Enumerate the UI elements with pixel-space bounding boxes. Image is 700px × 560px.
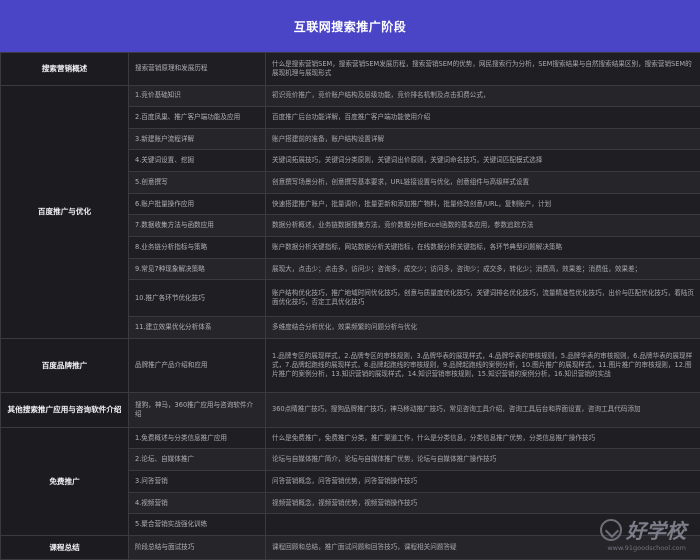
topic-cell: 5.创意撰写 bbox=[128, 171, 266, 194]
check-logo-icon bbox=[600, 518, 622, 541]
topic-cell: 品牌推广产品介绍和应用 bbox=[128, 337, 266, 394]
category-cell: 免费推广 bbox=[0, 426, 129, 536]
content-cell: 快速搭建推广账户，批量调价，批量更新和添加推广物料，批量修改创意/URL，复制账… bbox=[265, 192, 700, 216]
content-cell: 多维度结合分析优化，效果频繁的问题分析与优化 bbox=[265, 316, 700, 339]
content-cell: 1.品牌专区的展现样式，2.品牌专区的审核规则，3.品牌华表的展现样式，4.品牌… bbox=[265, 337, 700, 394]
content-cell: 什么是搜索营销SEM，搜索营销SEM发展历程，搜索营销SEM的优势，网民搜索行为… bbox=[265, 52, 700, 86]
topic-cell: 7.数据收集方法与函数应用 bbox=[128, 214, 266, 238]
content-cell: 什么是免费推广，免费推广分类，推广渠道工作，什么是分类信息，分类信息推广优势，分… bbox=[265, 426, 700, 450]
content-cell: 360点睛推广技巧，搜狗品牌推广技巧，神马移动推广技巧，常见咨询工具介绍，咨询工… bbox=[265, 392, 700, 428]
page-banner: 互联网搜索推广阶段 bbox=[0, 0, 700, 52]
content-cell: 论坛与自媒体推广简介，论坛与自媒体推广优势，论坛与自媒体推广操作技巧 bbox=[265, 448, 700, 472]
topic-cell: 3.新建账户流程详解 bbox=[128, 127, 266, 151]
topic-cell: 8.业务链分析指标与策略 bbox=[128, 236, 266, 259]
watermark-url: www.91goodschool.com bbox=[607, 544, 686, 552]
table-row: 百度推广与优化 1.竞价基础知识 初识竞价推广，竞价账户结构及层级功能，竞价排名机制… bbox=[0, 84, 700, 339]
content-cell: 创意撰写场景分析，创意撰写基本要求，URL链接设置与优化，创意组件与高级样式设置 bbox=[265, 171, 700, 194]
category-cell: 百度品牌推广 bbox=[0, 337, 129, 394]
content-cell: 账户结构优化技巧，推广地域时间优化技巧，创意与质量度优化技巧，关键词排名优化技巧… bbox=[265, 279, 700, 318]
topic-cell: 2.百度凤巢、推广客户端功能及应用 bbox=[128, 106, 266, 129]
content-cell: 问答营销概念，问答营销优势，问答营销操作技巧 bbox=[265, 470, 700, 493]
watermark: 好学校 www.91goodschool.com bbox=[600, 515, 686, 552]
topic-cell: 3.问答营销 bbox=[128, 470, 266, 493]
curriculum-table: 搜索营销概述 搜索营销原理和发展历程 什么是搜索营销SEM，搜索营销SEM发展历程，… bbox=[0, 52, 700, 560]
content-cell: 视频营销概念，视频营销优势，视频营销操作技巧 bbox=[265, 491, 700, 515]
content-cell: 百度推广后台功能详解，百度推广客户端功能使用介绍 bbox=[265, 106, 700, 129]
table-row: 百度品牌推广 品牌推广产品介绍和应用 1.品牌专区的展现样式，2.品牌专区的审核规则… bbox=[0, 337, 700, 394]
table-row: 搜索营销概述 搜索营销原理和发展历程 什么是搜索营销SEM，搜索营销SEM发展历程，… bbox=[0, 52, 700, 86]
topic-cell: 10.推广各环节优化技巧 bbox=[128, 279, 266, 318]
topic-cell: 搜索营销原理和发展历程 bbox=[128, 52, 266, 86]
content-cell: 数据分析概述，业务链数据搜集方法，竞价数据分析Excel函数的基本应用，参数追踪… bbox=[265, 214, 700, 238]
category-cell: 其他搜索推广应用与咨询软件介绍 bbox=[0, 392, 129, 428]
category-cell: 课程总结 bbox=[0, 534, 129, 560]
page-title: 互联网搜索推广阶段 bbox=[293, 19, 407, 34]
topic-cell: 5.聚合营销实战强化训练 bbox=[128, 513, 266, 536]
content-cell: 账户数据分析关键指标，网站数据分析关键指标，在线数据分析关键指标，各环节典型问题… bbox=[265, 236, 700, 259]
topic-cell: 9.常见7种现象解决策略 bbox=[128, 257, 266, 281]
content-cell: 账户搭建前的准备，账户结构设置详解 bbox=[265, 127, 700, 151]
curriculum-table-body: 搜索营销概述 搜索营销原理和发展历程 什么是搜索营销SEM，搜索营销SEM发展历程，… bbox=[0, 52, 700, 560]
table-row: 课程总结 阶段总结与面试技巧 课程回顾和总结，推广面试问题和回答技巧，课程相关问题答… bbox=[0, 534, 700, 560]
topic-cell: 搜狗，神马，360推广应用与咨询软件介绍 bbox=[128, 392, 266, 428]
topic-cell: 1.免费概述与分类信息推广应用 bbox=[128, 426, 266, 450]
topic-cell: 6.账户批量操作应用 bbox=[128, 192, 266, 216]
category-cell: 百度推广与优化 bbox=[0, 84, 129, 339]
topic-cell: 阶段总结与面试技巧 bbox=[128, 534, 266, 560]
content-cell: 关键词拓展技巧，关键词分类原则，关键词出价原则，关键词命名技巧，关键词匹配模式选… bbox=[265, 149, 700, 173]
watermark-logo-text: 好学校 bbox=[626, 519, 686, 543]
topic-cell: 1.竞价基础知识 bbox=[128, 84, 266, 108]
topic-cell: 2.论坛、自媒体推广 bbox=[128, 448, 266, 472]
table-row: 其他搜索推广应用与咨询软件介绍 搜狗，神马，360推广应用与咨询软件介绍 360点睛… bbox=[0, 392, 700, 428]
topic-cell: 4.视频营销 bbox=[128, 491, 266, 515]
table-row: 免费推广 1.免费概述与分类信息推广应用 什么是免费推广，免费推广分类，推广渠道工作… bbox=[0, 426, 700, 536]
content-cell: 初识竞价推广，竞价账户结构及层级功能，竞价排名机制及点击扣费公式， bbox=[265, 84, 700, 108]
topic-cell: 11.建立效果优化分析体系 bbox=[128, 316, 266, 339]
topic-cell: 4.关键词设置、挖掘 bbox=[128, 149, 266, 173]
category-cell: 搜索营销概述 bbox=[0, 52, 129, 86]
content-cell: 展现大，点击少；点击多，访问少；咨询多，成交少；访问多，咨询少；成交多，转化少；… bbox=[265, 257, 700, 281]
